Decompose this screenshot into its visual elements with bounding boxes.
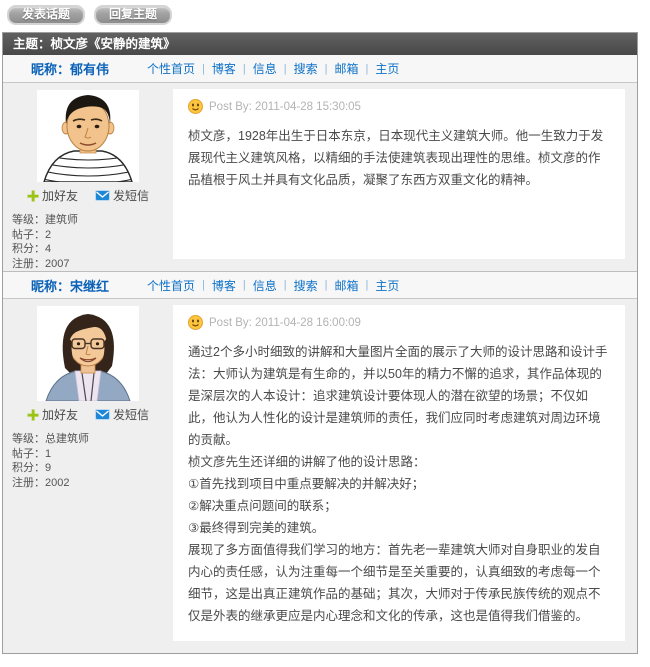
profile-link-personal-home[interactable]: 个性首页 xyxy=(147,277,195,294)
profile-link-mailbox[interactable]: 邮箱 xyxy=(335,277,359,294)
male-avatar-illustration xyxy=(37,90,139,182)
nickname-label: 昵称：郁有伟 xyxy=(31,59,147,78)
post-1-header: 昵称：郁有伟 个性首页 | 博客 | 信息 | 搜索 | 邮箱 | 主页 xyxy=(3,55,637,83)
smiley-icon xyxy=(188,99,203,114)
profile-link-personal-home[interactable]: 个性首页 xyxy=(147,60,195,77)
post-1-meta: Post By: 2011-04-28 15:30:05 xyxy=(188,99,610,114)
stat-posts: 帖子：2 xyxy=(12,228,173,243)
send-message-button[interactable]: 发短信 xyxy=(95,187,149,204)
link-separator: | xyxy=(243,63,246,75)
post-2-body: 加好友 发短信 等级：总建筑师 帖子：1 积分：9 注册：2002 xyxy=(3,299,637,653)
envelope-icon xyxy=(95,190,110,201)
profile-links: 个性首页 | 博客 | 信息 | 搜索 | 邮箱 | 主页 xyxy=(147,60,399,77)
add-friend-label: 加好友 xyxy=(42,187,78,204)
female-avatar-illustration xyxy=(37,306,139,401)
plus-icon xyxy=(27,409,39,421)
post-1-user-actions: 加好友 发短信 xyxy=(3,187,173,204)
link-separator: | xyxy=(243,279,246,291)
post-topic-button[interactable]: 发表话题 xyxy=(7,5,85,25)
post-2-meta: Post By: 2011-04-28 16:00:09 xyxy=(188,315,610,330)
link-separator: | xyxy=(325,63,328,75)
post-2: 昵称：宋继红 个性首页 | 博客 | 信息 | 搜索 | 邮箱 | 主页 xyxy=(3,271,637,653)
thread-title-bar: 主题：桢文彦《安静的建筑》 xyxy=(3,33,637,55)
stat-points: 积分：9 xyxy=(12,461,173,476)
profile-link-homepage[interactable]: 主页 xyxy=(375,60,399,77)
post-paragraph: ①首先找到项目中重点要解决的并解决好； xyxy=(188,473,610,495)
send-message-label: 发短信 xyxy=(113,187,149,204)
profile-link-homepage[interactable]: 主页 xyxy=(375,277,399,294)
link-separator: | xyxy=(325,279,328,291)
stat-level: 等级：建筑师 xyxy=(12,213,173,228)
link-separator: | xyxy=(366,279,369,291)
send-message-label: 发短信 xyxy=(113,406,149,423)
user-stats: 等级：总建筑师 帖子：1 积分：9 注册：2002 xyxy=(3,432,173,490)
post-2-user-actions: 加好友 发短信 xyxy=(3,406,173,423)
avatar[interactable] xyxy=(37,306,139,401)
add-friend-button[interactable]: 加好友 xyxy=(27,187,78,204)
profile-link-search[interactable]: 搜索 xyxy=(294,60,318,77)
plus-icon xyxy=(27,190,39,202)
link-separator: | xyxy=(202,279,205,291)
post-paragraph: ③最终得到完美的建筑。 xyxy=(188,517,610,539)
link-separator: | xyxy=(284,279,287,291)
link-separator: | xyxy=(202,63,205,75)
profile-link-search[interactable]: 搜索 xyxy=(294,277,318,294)
add-friend-button[interactable]: 加好友 xyxy=(27,406,78,423)
post-1-body: 加好友 发短信 等级：建筑师 帖子：2 积分：4 注册：2007 xyxy=(3,83,637,271)
post-paragraph: ②解决重点问题间的联系； xyxy=(188,495,610,517)
post-1-user-panel: 加好友 发短信 等级：建筑师 帖子：2 积分：4 注册：2007 xyxy=(3,83,173,271)
link-separator: | xyxy=(366,63,369,75)
post-1: 昵称：郁有伟 个性首页 | 博客 | 信息 | 搜索 | 邮箱 | 主页 xyxy=(3,55,637,271)
stat-posts: 帖子：1 xyxy=(12,447,173,462)
add-friend-label: 加好友 xyxy=(42,406,78,423)
profile-link-info[interactable]: 信息 xyxy=(253,277,277,294)
toolbar: 发表话题 回复主题 xyxy=(0,0,650,32)
stat-points: 积分：4 xyxy=(12,242,173,257)
profile-link-mailbox[interactable]: 邮箱 xyxy=(335,60,359,77)
nickname-label: 昵称：宋继红 xyxy=(31,276,147,295)
profile-link-blog[interactable]: 博客 xyxy=(212,60,236,77)
avatar[interactable] xyxy=(37,90,139,182)
profile-links: 个性首页 | 博客 | 信息 | 搜索 | 邮箱 | 主页 xyxy=(147,277,399,294)
post-paragraph: 桢文彦先生还详细的讲解了他的设计思路： xyxy=(188,451,610,473)
profile-link-blog[interactable]: 博客 xyxy=(212,277,236,294)
smiley-icon xyxy=(188,315,203,330)
envelope-icon xyxy=(95,409,110,420)
profile-link-info[interactable]: 信息 xyxy=(253,60,277,77)
post-2-header: 昵称：宋继红 个性首页 | 博客 | 信息 | 搜索 | 邮箱 | 主页 xyxy=(3,271,637,299)
send-message-button[interactable]: 发短信 xyxy=(95,406,149,423)
post-paragraph: 展现了多方面值得我们学习的地方：首先老一辈建筑大师对自身职业的发自内心的责任感，… xyxy=(188,539,610,627)
stat-level: 等级：总建筑师 xyxy=(12,432,173,447)
link-separator: | xyxy=(284,63,287,75)
stat-registered: 注册：2002 xyxy=(12,476,173,491)
reply-topic-button[interactable]: 回复主题 xyxy=(94,5,172,25)
post-paragraph: 桢文彦，1928年出生于日本东京，日本现代主义建筑大师。他一生致力于发展现代主义… xyxy=(188,125,610,191)
post-1-message: Post By: 2011-04-28 15:30:05 桢文彦，1928年出生… xyxy=(173,89,625,259)
post-paragraph: 通过2个多小时细致的讲解和大量图片全面的展示了大师的设计思路和设计手法：大师认为… xyxy=(188,341,610,451)
user-stats: 等级：建筑师 帖子：2 积分：4 注册：2007 xyxy=(3,213,173,271)
thread-container: 主题：桢文彦《安静的建筑》 昵称：郁有伟 个性首页 | 博客 | 信息 | 搜索… xyxy=(2,32,638,654)
post-timestamp: Post By: 2011-04-28 16:00:09 xyxy=(209,317,361,329)
post-timestamp: Post By: 2011-04-28 15:30:05 xyxy=(209,101,361,113)
stat-registered: 注册：2007 xyxy=(12,257,173,272)
post-2-user-panel: 加好友 发短信 等级：总建筑师 帖子：1 积分：9 注册：2002 xyxy=(3,299,173,653)
